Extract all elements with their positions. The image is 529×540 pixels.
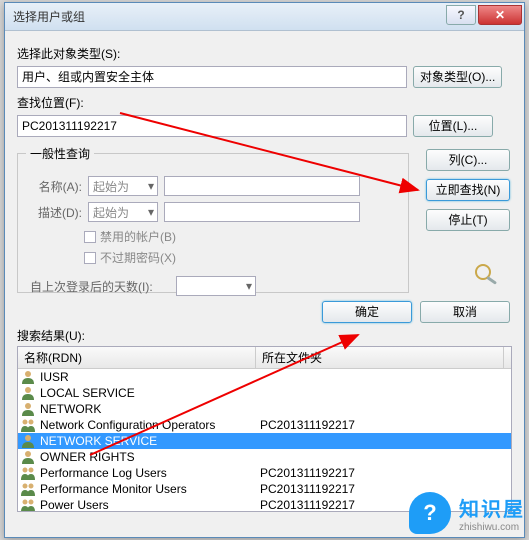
disabled-accounts-check[interactable]: 禁用的帐户(B) xyxy=(84,228,400,245)
watermark: ? 知识屋 zhishiwu.com xyxy=(409,492,525,534)
item-name: Power Users xyxy=(40,498,256,512)
col-folder[interactable]: 所在文件夹 xyxy=(256,347,504,368)
locations-button[interactable]: 位置(L)... xyxy=(413,115,493,137)
item-name: NETWORK xyxy=(40,402,256,416)
item-name: Performance Monitor Users xyxy=(40,482,256,496)
list-item[interactable]: NETWORK SERVICE xyxy=(18,433,511,449)
object-type-value: 用户、组或内置安全主体 xyxy=(17,66,407,88)
list-item[interactable]: NETWORK xyxy=(18,401,511,417)
magnifier-icon xyxy=(470,261,502,287)
dialog-body: 选择此对象类型(S): 用户、组或内置安全主体 对象类型(O)... 查找位置(… xyxy=(5,31,524,522)
help-button[interactable]: ? xyxy=(446,5,476,25)
user-icon xyxy=(20,434,36,448)
ok-button[interactable]: 确定 xyxy=(322,301,412,323)
name-input[interactable] xyxy=(164,176,360,196)
item-folder: PC201311192217 xyxy=(260,466,355,480)
item-name: OWNER RIGHTS xyxy=(40,450,256,464)
stop-button[interactable]: 停止(T) xyxy=(426,209,510,231)
columns-button[interactable]: 列(C)... xyxy=(426,149,510,171)
brand-name: 知识屋 xyxy=(459,493,525,522)
brand-badge-icon: ? xyxy=(409,492,451,534)
group-icon xyxy=(20,418,36,432)
name-label: 名称(A): xyxy=(26,178,82,195)
item-name: Network Configuration Operators xyxy=(40,418,256,432)
days-label: 自上次登录后的天数(I): xyxy=(30,278,170,295)
results-list[interactable]: 名称(RDN) 所在文件夹 IUSRLOCAL SERVICENETWORKNe… xyxy=(17,346,512,512)
object-types-button[interactable]: 对象类型(O)... xyxy=(413,66,502,88)
results-header[interactable]: 名称(RDN) 所在文件夹 xyxy=(18,347,511,369)
days-combo[interactable] xyxy=(176,276,256,296)
window-title: 选择用户或组 xyxy=(13,8,446,25)
common-queries-legend: 一般性查询 xyxy=(26,145,94,162)
right-button-column: 列(C)... 立即查找(N) 停止(T) xyxy=(426,149,510,231)
desc-input[interactable] xyxy=(164,202,360,222)
titlebar[interactable]: 选择用户或组 ? ✕ xyxy=(5,3,524,31)
list-item[interactable]: LOCAL SERVICE xyxy=(18,385,511,401)
item-name: NETWORK SERVICE xyxy=(40,434,256,448)
location-value: PC201311192217 xyxy=(17,115,407,137)
cancel-button[interactable]: 取消 xyxy=(420,301,510,323)
user-icon xyxy=(20,370,36,384)
checkbox-icon xyxy=(84,231,96,243)
list-item[interactable]: Performance Log Users PC201311192217 xyxy=(18,465,511,481)
group-icon xyxy=(20,466,36,480)
desc-label: 描述(D): xyxy=(26,204,82,221)
group-icon xyxy=(20,498,36,512)
user-icon xyxy=(20,386,36,400)
checkbox-icon xyxy=(84,252,96,264)
common-queries-group: 一般性查询 名称(A): 起始为 描述(D): 起始为 禁用的帐户(B) 不过期… xyxy=(17,145,409,293)
col-name[interactable]: 名称(RDN) xyxy=(18,347,256,368)
item-name: Performance Log Users xyxy=(40,466,256,480)
list-item[interactable]: IUSR xyxy=(18,369,511,385)
item-folder: PC201311192217 xyxy=(260,482,355,496)
item-folder: PC201311192217 xyxy=(260,498,355,512)
help-icon: ? xyxy=(457,8,464,22)
user-icon xyxy=(20,450,36,464)
brand-url: zhishiwu.com xyxy=(459,522,525,533)
group-icon xyxy=(20,482,36,496)
object-type-label: 选择此对象类型(S): xyxy=(17,45,512,62)
close-button[interactable]: ✕ xyxy=(478,5,522,25)
item-name: LOCAL SERVICE xyxy=(40,386,256,400)
list-item[interactable]: Network Configuration Operators PC2013111… xyxy=(18,417,511,433)
item-folder: PC201311192217 xyxy=(260,418,355,432)
close-icon: ✕ xyxy=(495,8,505,22)
find-now-button[interactable]: 立即查找(N) xyxy=(426,179,510,201)
results-label: 搜索结果(U): xyxy=(17,327,512,344)
user-icon xyxy=(20,402,36,416)
list-item[interactable]: OWNER RIGHTS xyxy=(18,449,511,465)
name-combo[interactable]: 起始为 xyxy=(88,176,158,196)
location-label: 查找位置(F): xyxy=(17,94,512,111)
no-expire-check[interactable]: 不过期密码(X) xyxy=(84,249,400,266)
item-name: IUSR xyxy=(40,370,256,384)
desc-combo[interactable]: 起始为 xyxy=(88,202,158,222)
dialog-window: 选择用户或组 ? ✕ 选择此对象类型(S): 用户、组或内置安全主体 对象类型(… xyxy=(4,2,525,538)
